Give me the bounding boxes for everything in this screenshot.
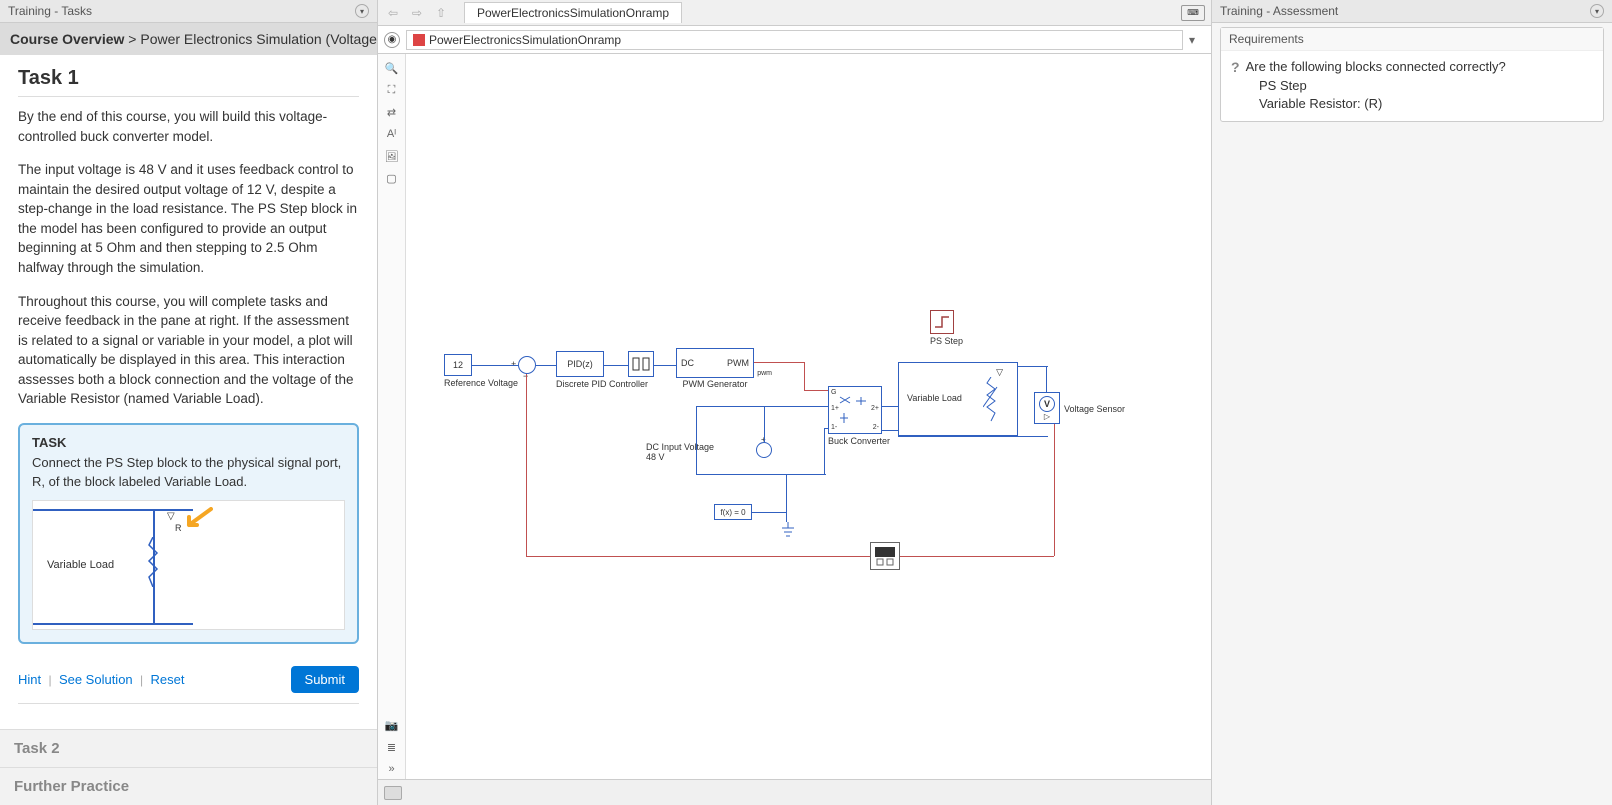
tasks-panel-menu-icon[interactable]: ▾	[355, 4, 369, 18]
divider	[18, 96, 359, 97]
requirements-title: Requirements	[1221, 28, 1603, 51]
model-nav-toolbar: ⇦ ⇨ ⇧ PowerElectronicsSimulationOnramp ⌨	[378, 0, 1211, 26]
tasks-panel-header: Training - Tasks ▾	[0, 0, 377, 23]
block-variable-load[interactable]: Variable Load ▽	[898, 362, 1018, 436]
autoarrange-tool-icon[interactable]: ⇄	[382, 102, 402, 122]
annotation-tool-icon[interactable]: Aᴵ	[382, 124, 402, 144]
image-tool-icon[interactable]: 🖼	[382, 146, 402, 166]
assessment-panel-title: Training - Assessment	[1220, 4, 1338, 18]
breadcrumb: Course Overview > Power Electronics Simu…	[0, 23, 377, 55]
further-practice-section[interactable]: Further Practice	[0, 767, 377, 805]
task-paragraph: By the end of this course, you will buil…	[18, 107, 359, 146]
model-file-icon	[413, 34, 425, 46]
block-voltage-sensor[interactable]: V ▷ Voltage Sensor	[1034, 392, 1060, 424]
block-sum[interactable]: + −	[518, 356, 536, 374]
task-hint-image: ▽ R Variable Load	[32, 500, 345, 630]
task-instruction-box: TASK Connect the PS Step block to the ph…	[18, 423, 359, 644]
breadcrumb-page: Power Electronics Simulation (Voltage Co	[140, 31, 377, 47]
model-path-box[interactable]: PowerElectronicsSimulationOnramp	[406, 30, 1183, 50]
submit-button[interactable]: Submit	[291, 666, 359, 693]
block-scope[interactable]	[870, 542, 900, 570]
arrow-icon	[183, 507, 213, 531]
block-ground[interactable]	[780, 522, 796, 541]
model-status-bar	[378, 779, 1211, 805]
task-actions: Hint | See Solution | Reset Submit	[18, 666, 359, 693]
task-links: Hint | See Solution | Reset	[18, 672, 184, 687]
task-paragraph: Throughout this course, you will complet…	[18, 292, 359, 409]
status-disk-icon[interactable]	[384, 786, 402, 800]
tasks-panel: Training - Tasks ▾ Course Overview > Pow…	[0, 0, 378, 805]
block-rate-transition[interactable]	[628, 351, 654, 377]
assessment-panel-header: Training - Assessment ▾	[1212, 0, 1612, 23]
tasks-panel-title: Training - Tasks	[8, 4, 92, 18]
area-tool-icon[interactable]: ▢	[382, 168, 402, 188]
task-content: Task 1 By the end of this course, you wi…	[0, 55, 377, 729]
model-browser-icon[interactable]: ◉	[384, 32, 400, 48]
canvas-side-toolbar: 🔍 ⛶ ⇄ Aᴵ 🖼 ▢ 📷 ≣ »	[378, 54, 406, 779]
divider	[18, 703, 359, 704]
block-dc-input[interactable]: + DC Input Voltage 48 V	[696, 442, 772, 462]
requirement-items: PS Step Variable Resistor: (R)	[1259, 77, 1593, 113]
model-name: PowerElectronicsSimulationOnramp	[429, 33, 621, 47]
reset-link[interactable]: Reset	[150, 672, 184, 687]
requirements-box: Requirements ? Are the following blocks …	[1220, 27, 1604, 122]
task-paragraph: The input voltage is 48 V and it uses fe…	[18, 160, 359, 277]
block-ps-step[interactable]: PS Step	[930, 310, 963, 346]
nav-back-icon[interactable]: ⇦	[384, 4, 402, 22]
canvas-area: 🔍 ⛶ ⇄ Aᴵ 🖼 ▢ 📷 ≣ » 12 Reference Voltage …	[378, 54, 1211, 779]
requirements-content: ? Are the following blocks connected cor…	[1221, 51, 1603, 121]
question-mark-icon: ?	[1231, 59, 1240, 75]
nav-up-icon[interactable]: ⇧	[432, 4, 450, 22]
model-path-bar: ◉ PowerElectronicsSimulationOnramp ▾	[378, 26, 1211, 54]
fit-tool-icon[interactable]: ⛶	[382, 80, 402, 100]
hint-link[interactable]: Hint	[18, 672, 41, 687]
keyboard-icon[interactable]: ⌨	[1181, 5, 1205, 21]
model-canvas[interactable]: 12 Reference Voltage + − PID(z) Discrete…	[406, 54, 1211, 779]
block-solver-config[interactable]: f(x) = 0	[714, 504, 752, 520]
zoom-tool-icon[interactable]: 🔍	[382, 58, 402, 78]
breadcrumb-root[interactable]: Course Overview	[10, 31, 124, 47]
requirement-item: Variable Resistor: (R)	[1259, 95, 1593, 113]
screenshot-tool-icon[interactable]: 📷	[382, 715, 402, 735]
task-box-text: Connect the PS Step block to the physica…	[32, 454, 345, 492]
expand-tool-icon[interactable]: »	[382, 759, 402, 779]
task-title: Task 1	[18, 67, 359, 90]
model-dropdown-icon[interactable]: ▾	[1189, 33, 1205, 47]
assessment-panel-menu-icon[interactable]: ▾	[1590, 4, 1604, 18]
task2-section[interactable]: Task 2	[0, 729, 377, 767]
list-tool-icon[interactable]: ≣	[382, 737, 402, 757]
nav-forward-icon[interactable]: ⇨	[408, 4, 426, 22]
requirement-item: PS Step	[1259, 77, 1593, 95]
requirement-question-text: Are the following blocks connected corre…	[1246, 59, 1506, 74]
requirement-question: ? Are the following blocks connected cor…	[1231, 59, 1593, 75]
assessment-panel: Training - Assessment ▾ Requirements ? A…	[1212, 0, 1612, 805]
block-pwm-generator[interactable]: DC PWM pwm PWM Generator	[676, 348, 754, 389]
model-panel: ⇦ ⇨ ⇧ PowerElectronicsSimulationOnramp ⌨…	[378, 0, 1212, 805]
block-buck-converter[interactable]: G 1+ 2+ 1- 2- Buck Converter	[828, 386, 890, 446]
task-box-title: TASK	[32, 435, 345, 450]
block-reference-voltage[interactable]: 12 Reference Voltage	[444, 354, 518, 388]
see-solution-link[interactable]: See Solution	[59, 672, 133, 687]
model-tab[interactable]: PowerElectronicsSimulationOnramp	[464, 2, 682, 23]
